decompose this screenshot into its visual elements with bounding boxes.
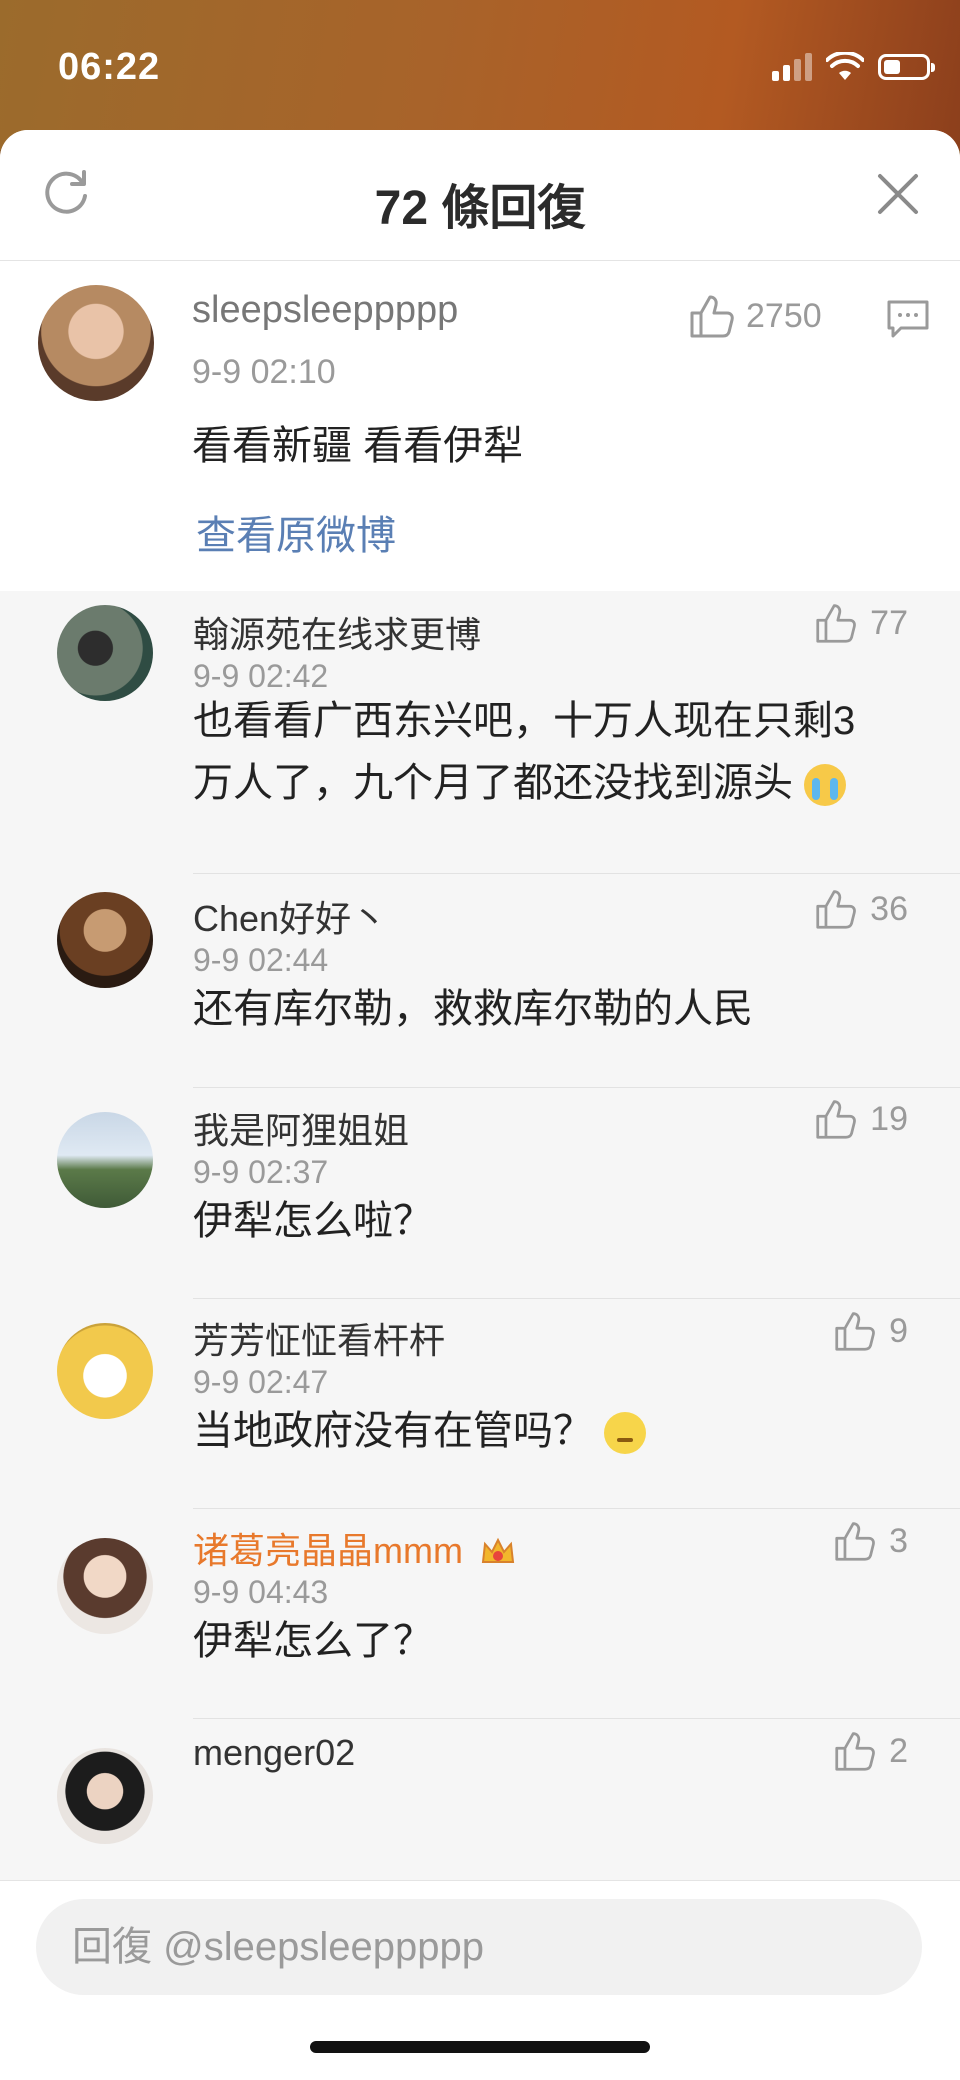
reply-username[interactable]: 翰源苑在线求更博 [193,606,481,658]
like-button[interactable]: 2750 [688,293,822,339]
like-button[interactable]: 9 [833,1310,908,1352]
like-count: 77 [870,603,908,642]
comment-icon[interactable] [886,299,930,339]
thumbs-up-icon [835,1522,875,1561]
reply-username[interactable]: Chen好好丶 [193,890,387,942]
divider [193,873,960,874]
divider [193,1087,960,1088]
signal-icon [772,53,812,81]
reply-input[interactable] [36,1899,922,1995]
like-button[interactable]: 3 [833,1520,908,1562]
thumbs-up-icon [835,1732,875,1771]
comment-time: 9-9 02:10 [192,353,336,391]
like-button[interactable]: 19 [814,1098,908,1140]
battery-icon [878,54,935,80]
reply-time: 9-9 04:43 [193,1574,329,1610]
reply-username[interactable]: menger02 [193,1732,355,1774]
thinking-icon [604,1412,647,1455]
like-count: 3 [889,1521,908,1560]
wifi-icon [826,52,864,80]
page-title: 72 條回復 [374,182,586,235]
thumbs-up-icon [816,1100,857,1139]
reply-text: 也看看广西东兴吧，十万人现在只剩3万人了，九个月了都还没找到源头 [193,699,856,807]
like-count: 9 [889,1311,908,1350]
view-original-link[interactable]: 查看原微博 [196,503,396,561]
reply-username[interactable]: 芳芳怔怔看杆杆 [193,1312,445,1364]
reply-text: 当地政府没有在管吗？ [193,1400,893,1462]
like-button[interactable]: 77 [814,602,908,644]
avatar[interactable] [38,285,154,401]
reply-username[interactable]: 诸葛亮晶晶mmm [193,1522,517,1574]
thumbs-up-icon [690,295,734,338]
thumbs-up-icon [835,1312,875,1351]
close-icon[interactable] [872,168,924,220]
like-count: 2 [889,1731,908,1770]
like-button[interactable]: 2 [833,1730,908,1772]
divider [193,1718,960,1719]
reply-text: 伊犁怎么了？ [193,1619,433,1663]
thumbs-up-icon [816,890,857,929]
avatar[interactable] [57,892,153,988]
like-count: 19 [870,1099,908,1138]
replies-sheet: 72 條回復 sleepsleeppppp 9-9 02:10 看看新疆 看看伊… [0,130,960,2079]
avatar[interactable] [57,1748,153,1844]
reply-time: 9-9 02:37 [193,1154,329,1190]
status-icons [772,52,935,82]
reply-username[interactable]: 我是阿狸姐姐 [193,1102,409,1154]
home-indicator[interactable] [310,2041,650,2053]
header: 72 條回復 [0,130,960,261]
avatar[interactable] [57,605,153,701]
thumbs-up-icon [816,604,857,643]
reply-text: 伊犁怎么啦？ [193,1199,433,1243]
reply-time: 9-9 02:47 [193,1364,329,1400]
reply-footer [0,1880,960,2080]
comment-text: 看看新疆 看看伊犁 [192,424,524,468]
comment-username[interactable]: sleepsleeppppp [192,289,458,332]
like-button[interactable]: 36 [814,888,908,930]
reply-time: 9-9 02:44 [193,942,329,978]
like-count: 36 [870,889,908,928]
reply-text: 还有库尔勒，救救库尔勒的人民 [193,987,753,1031]
avatar[interactable] [57,1323,153,1419]
divider [193,1508,960,1509]
divider [193,1298,960,1299]
cry-icon [804,764,847,807]
main-comment: sleepsleeppppp 9-9 02:10 看看新疆 看看伊犁 查看原微博… [0,261,960,591]
like-count: 2750 [746,296,822,335]
status-bar: 06:22 [0,0,960,150]
status-time: 06:22 [58,46,161,88]
avatar[interactable] [57,1112,153,1208]
crown-badge-icon [481,1538,515,1564]
avatar[interactable] [57,1538,153,1634]
